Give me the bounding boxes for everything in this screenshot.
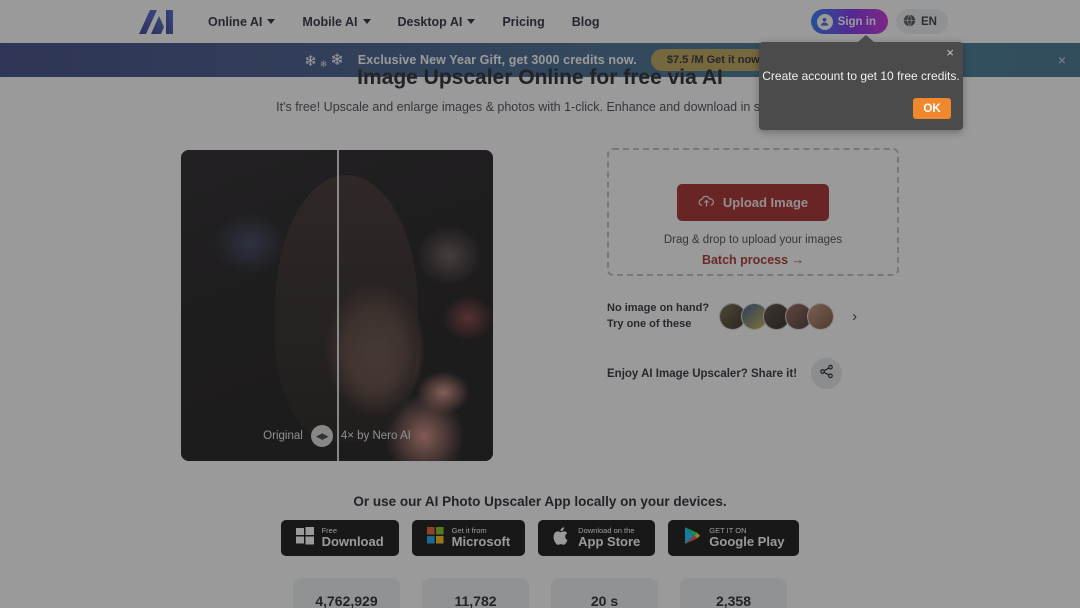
popup-message: Create account to get 10 free credits. [762, 69, 960, 83]
popup-ok-button[interactable]: OK [913, 98, 951, 119]
free-credits-popup: × Create account to get 10 free credits.… [759, 35, 963, 130]
popup-close-icon[interactable]: × [946, 46, 954, 59]
